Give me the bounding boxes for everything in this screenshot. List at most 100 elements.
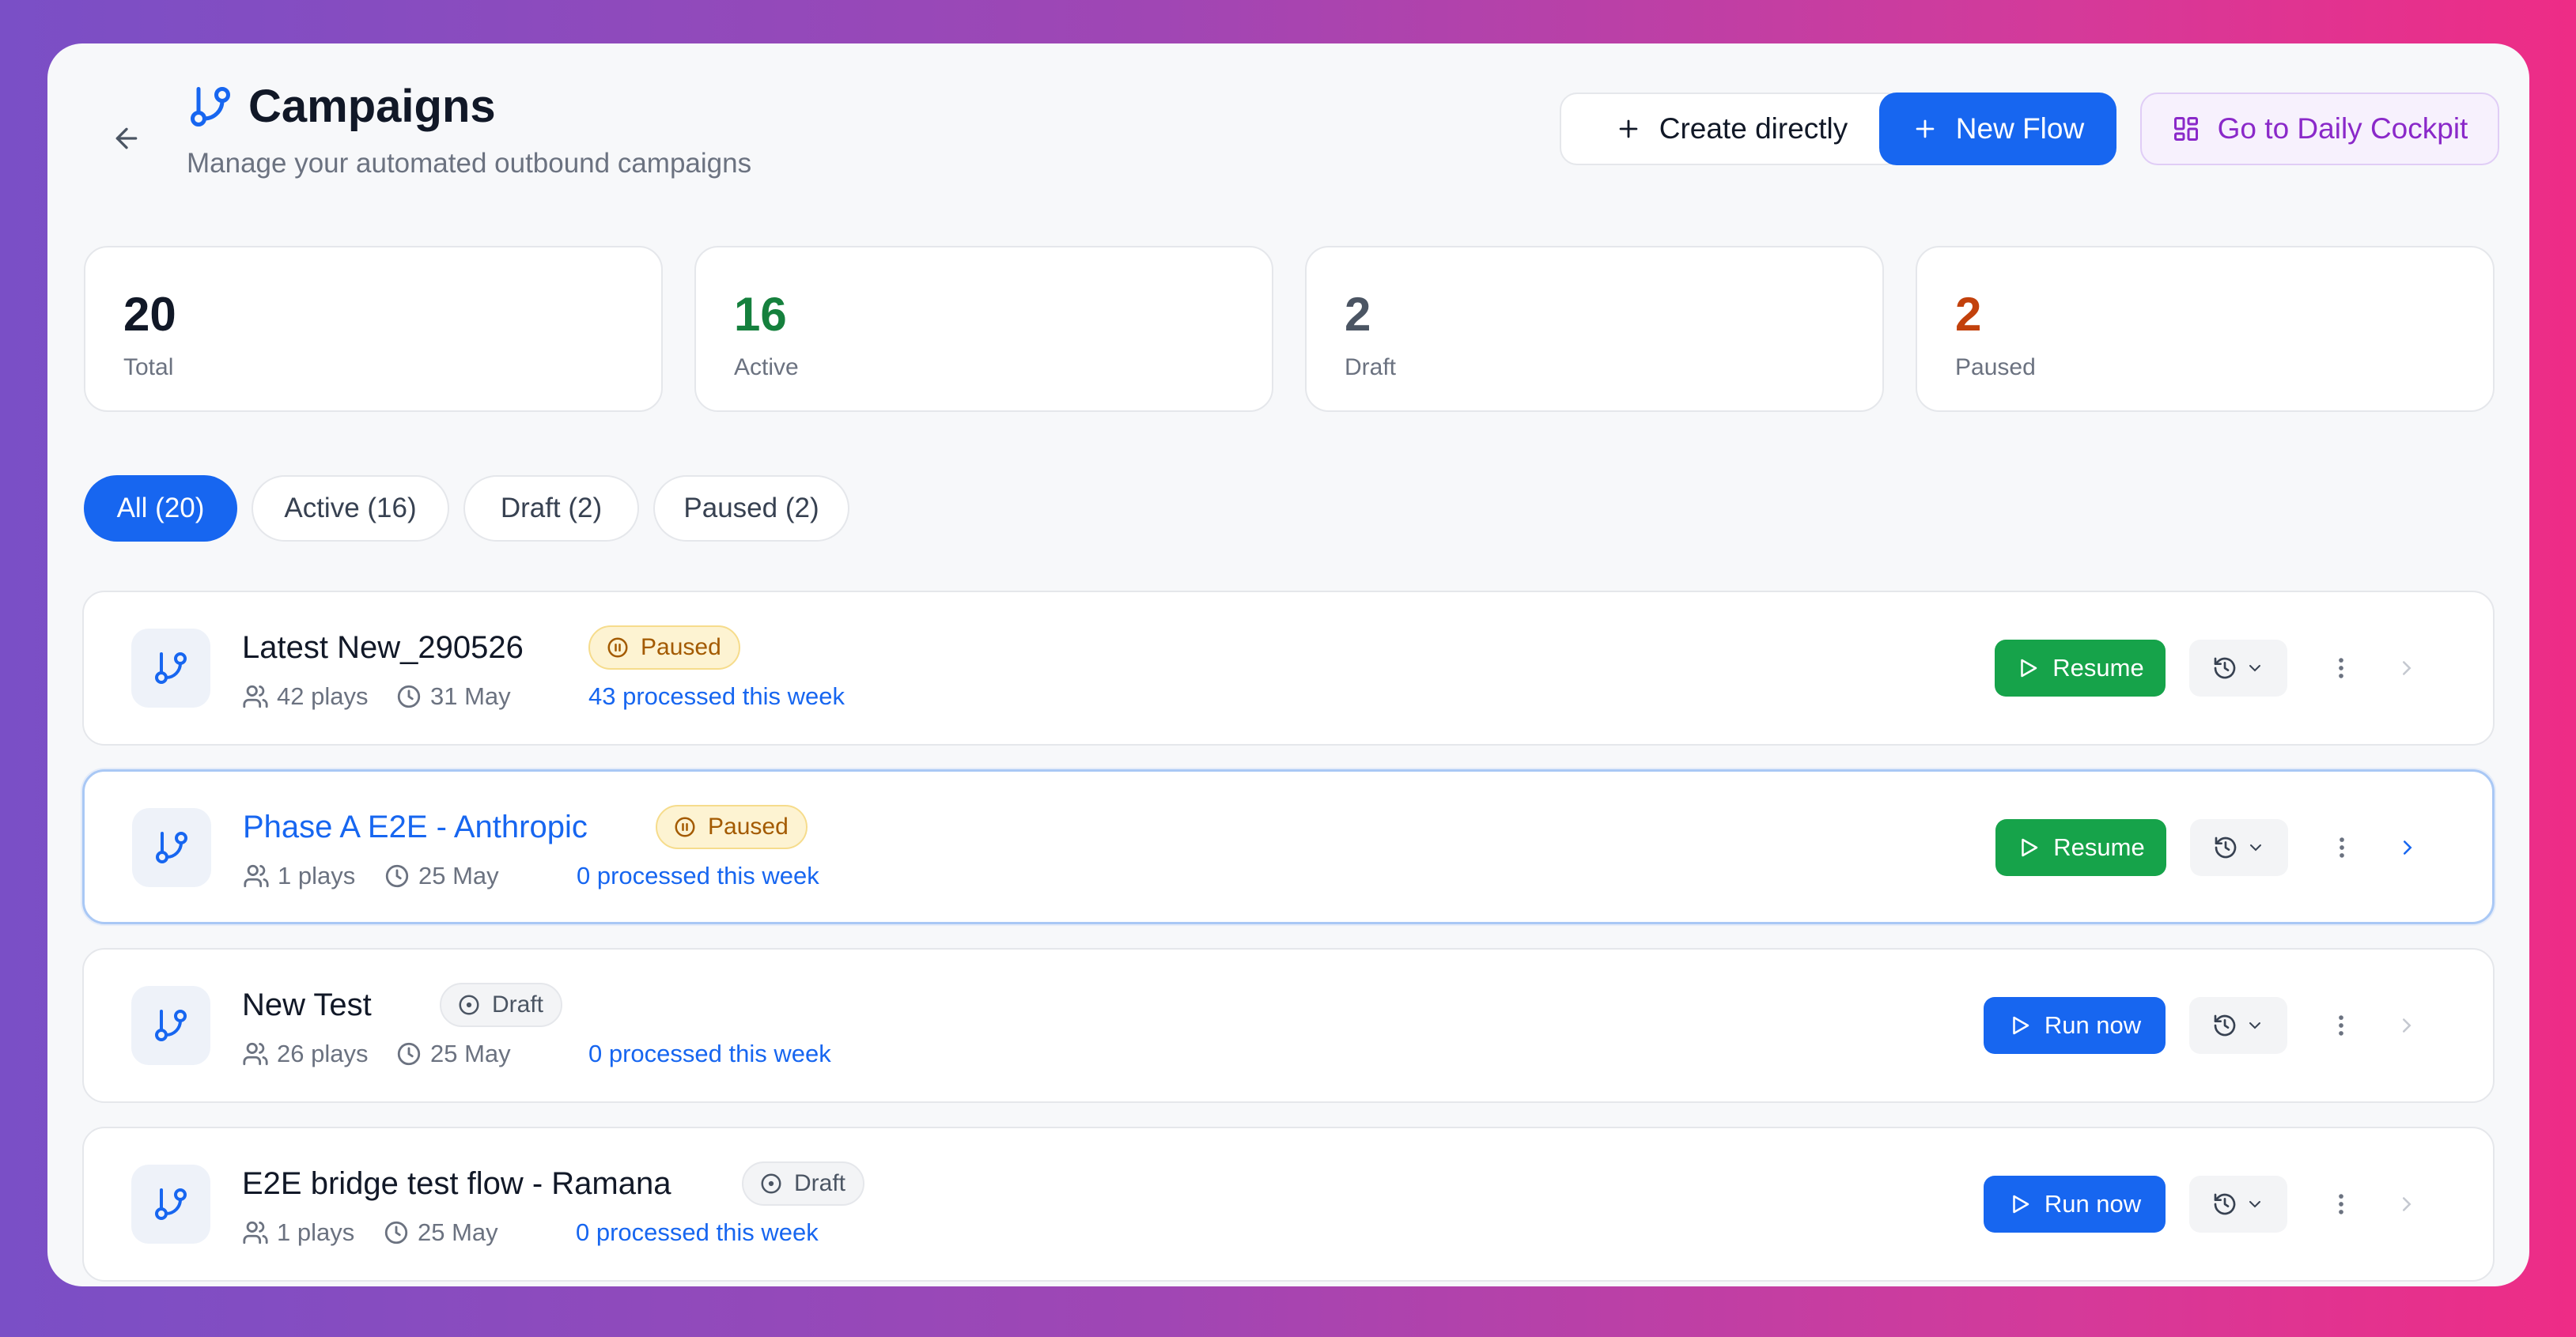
new-flow-button[interactable]: New Flow — [1879, 93, 2116, 165]
more-vertical-icon — [2339, 1015, 2343, 1036]
history-dropdown[interactable] — [2189, 640, 2287, 697]
pause-circle-icon — [675, 817, 695, 837]
stat-label: Paused — [1955, 354, 2036, 380]
run-now-label: Run now — [2044, 1190, 2142, 1218]
plays-count: 42 plays — [242, 679, 368, 714]
processed-count[interactable]: 0 processed this week — [588, 1037, 831, 1071]
circle-dot-icon — [761, 1173, 781, 1194]
campaign-name[interactable]: E2E bridge test flow - Ramana — [242, 1161, 671, 1206]
status-badge: Draft — [440, 983, 563, 1027]
stat-card-paused: 2 Paused — [1916, 246, 2495, 412]
chevron-down-icon — [2249, 1201, 2260, 1208]
campaign-row[interactable]: New Test Draft 26 plays 25 May 0 process… — [82, 948, 2495, 1103]
play-icon — [2022, 838, 2038, 857]
campaign-row[interactable]: Phase A E2E - Anthropic Paused 1 plays 2… — [82, 769, 2495, 924]
campaign-date: 25 May — [384, 859, 499, 893]
plus-icon — [1619, 119, 1638, 138]
new-flow-label: New Flow — [1955, 112, 2085, 145]
page-subtitle: Manage your automated outbound campaigns — [187, 148, 752, 179]
play-icon — [2021, 659, 2037, 678]
git-branch-icon — [131, 986, 210, 1065]
status-label: Draft — [492, 991, 544, 1018]
history-icon — [2214, 1014, 2236, 1037]
more-vertical-icon — [2340, 837, 2344, 858]
chevron-down-icon — [2249, 1022, 2260, 1029]
git-branch-icon — [132, 808, 211, 887]
open-campaign-button[interactable] — [2386, 819, 2429, 876]
history-icon — [2214, 657, 2236, 679]
resume-button[interactable]: Resume — [1995, 819, 2166, 876]
status-label: Draft — [794, 1170, 846, 1196]
processed-count[interactable]: 0 processed this week — [577, 859, 819, 893]
campaign-row[interactable]: E2E bridge test flow - Ramana Draft 1 pl… — [82, 1127, 2495, 1282]
pause-circle-icon — [607, 637, 628, 658]
app-window: Campaigns Manage your automated outbound… — [47, 43, 2529, 1286]
chevron-right-icon — [2403, 1018, 2411, 1033]
resume-label: Resume — [2053, 833, 2145, 861]
run-now-button[interactable]: Run now — [1984, 1176, 2166, 1233]
stat-value: 20 — [123, 288, 176, 341]
stat-card-active: 16 Active — [694, 246, 1273, 412]
date-label: 25 May — [418, 862, 499, 889]
campaign-row[interactable]: Latest New_290526 Paused 42 plays 31 May… — [82, 591, 2495, 746]
tab-paused[interactable]: Paused (2) — [653, 475, 849, 542]
dashboard-grid-icon — [2173, 117, 2198, 141]
stat-card-draft: 2 Draft — [1305, 246, 1884, 412]
plays-label: 1 plays — [277, 1218, 355, 1246]
plays-label: 26 plays — [277, 1040, 369, 1067]
history-dropdown[interactable] — [2189, 997, 2287, 1054]
tab-draft[interactable]: Draft (2) — [463, 475, 639, 542]
stat-label: Total — [123, 354, 174, 380]
stat-value: 16 — [734, 288, 787, 341]
git-branch-icon — [131, 629, 210, 708]
plays-count: 26 plays — [242, 1037, 368, 1071]
circle-dot-icon — [459, 995, 479, 1015]
create-directly-button[interactable]: Create directly — [1560, 93, 1903, 165]
back-button[interactable] — [98, 110, 155, 167]
clock-icon — [384, 1221, 408, 1244]
resume-label: Resume — [2052, 654, 2144, 682]
plays-label: 1 plays — [278, 862, 356, 889]
campaign-date: 31 May — [395, 679, 511, 714]
chevron-down-icon — [2249, 665, 2260, 672]
campaign-name[interactable]: New Test — [242, 983, 372, 1027]
tab-all[interactable]: All (20) — [84, 475, 237, 542]
history-dropdown[interactable] — [2190, 819, 2288, 876]
stat-value: 2 — [1955, 288, 1982, 341]
run-now-button[interactable]: Run now — [1984, 997, 2166, 1054]
play-icon — [2013, 1195, 2029, 1214]
users-icon — [244, 864, 269, 888]
campaign-date: 25 May — [395, 1037, 511, 1071]
more-vertical-icon — [2339, 1194, 2343, 1214]
plus-icon — [1916, 119, 1935, 138]
daily-cockpit-button[interactable]: Go to Daily Cockpit — [2140, 93, 2499, 165]
tab-active[interactable]: Active (16) — [252, 475, 449, 542]
status-label: Paused — [708, 814, 789, 840]
open-campaign-button[interactable] — [2385, 1176, 2428, 1233]
users-icon — [243, 685, 268, 708]
page-title: Campaigns — [248, 81, 496, 132]
campaign-date: 25 May — [383, 1215, 498, 1250]
resume-button[interactable]: Resume — [1995, 640, 2166, 697]
history-dropdown[interactable] — [2189, 1176, 2287, 1233]
processed-count[interactable]: 0 processed this week — [576, 1215, 819, 1250]
date-label: 25 May — [430, 1040, 511, 1067]
chevron-down-icon — [2250, 844, 2261, 852]
open-campaign-button[interactable] — [2385, 640, 2428, 697]
history-icon — [2215, 837, 2237, 859]
more-options-button[interactable] — [2323, 819, 2361, 876]
more-options-button[interactable] — [2322, 997, 2360, 1054]
stat-value: 2 — [1345, 288, 1371, 341]
processed-count[interactable]: 43 processed this week — [588, 679, 845, 714]
campaign-name[interactable]: Phase A E2E - Anthropic — [243, 805, 588, 849]
date-label: 31 May — [430, 682, 511, 710]
history-icon — [2214, 1193, 2236, 1215]
arrow-left-icon — [115, 127, 138, 149]
daily-cockpit-label: Go to Daily Cockpit — [2217, 112, 2468, 145]
more-options-button[interactable] — [2322, 640, 2360, 697]
open-campaign-button[interactable] — [2385, 997, 2428, 1054]
git-branch-icon — [131, 1165, 210, 1244]
more-options-button[interactable] — [2322, 1176, 2360, 1233]
campaign-name[interactable]: Latest New_290526 — [242, 625, 524, 670]
status-badge: Paused — [588, 625, 740, 670]
